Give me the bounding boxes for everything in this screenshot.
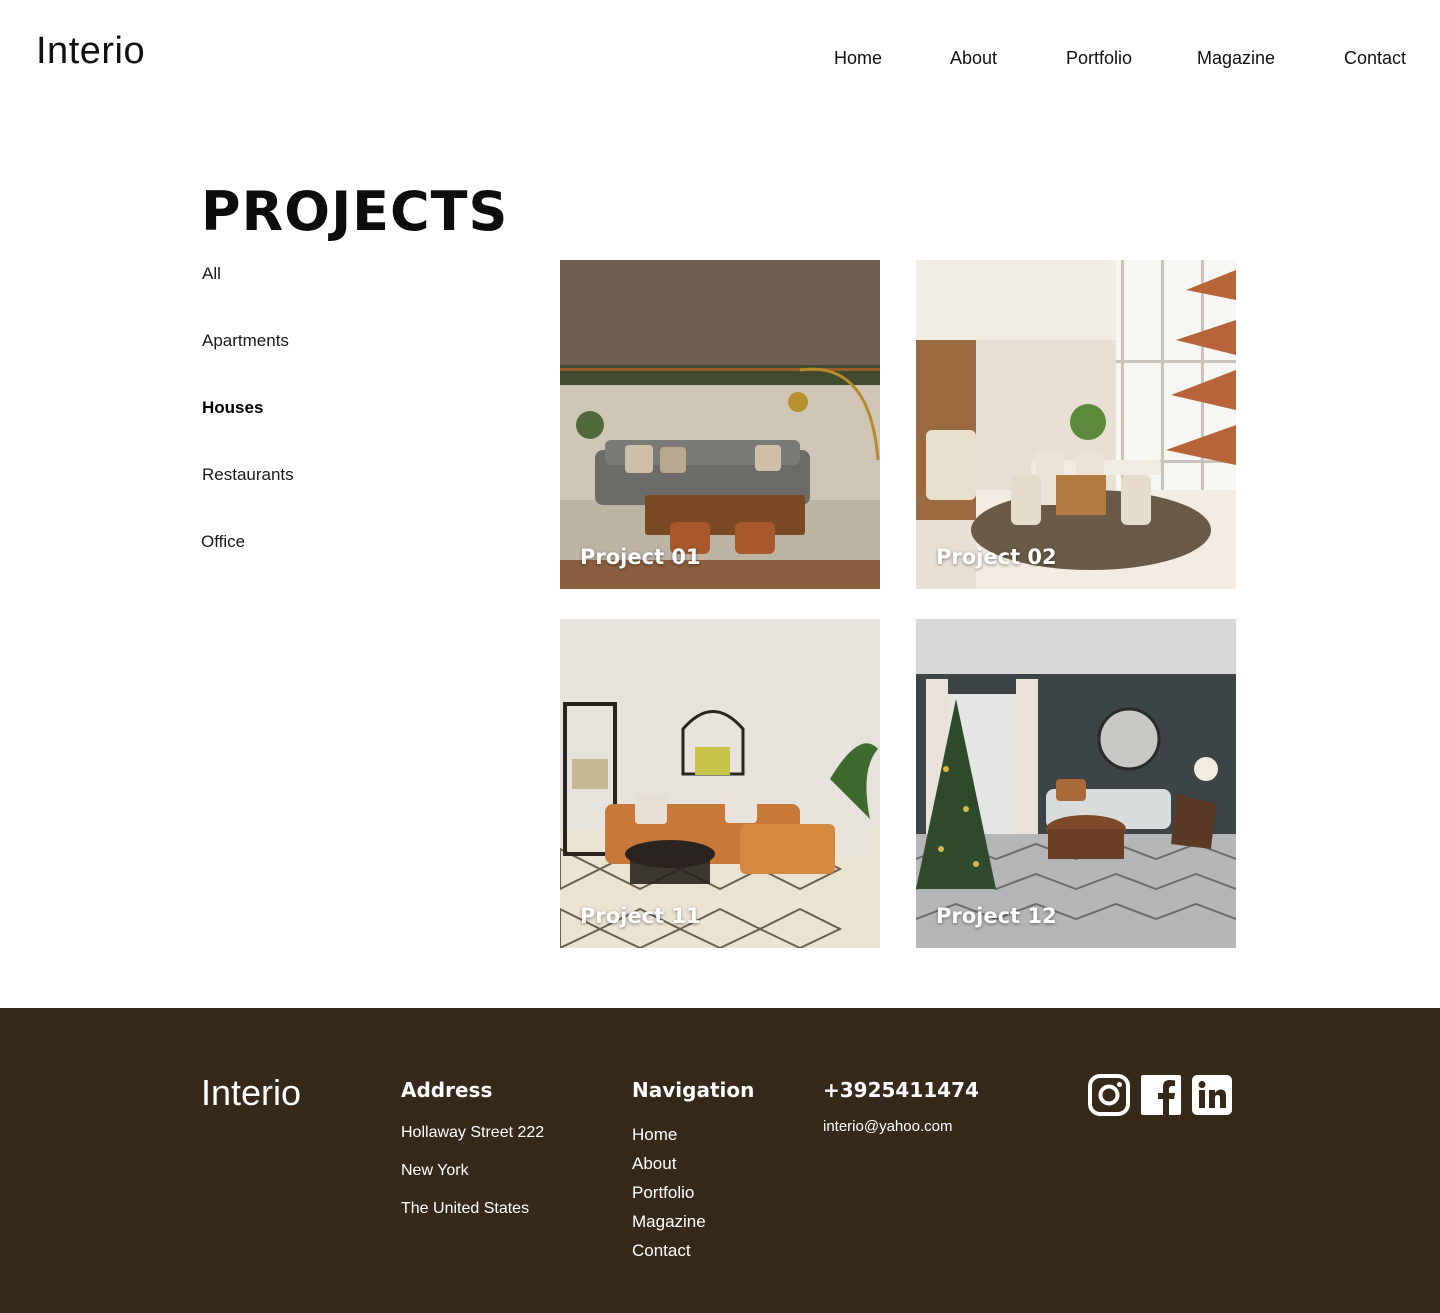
- filter-all[interactable]: All: [202, 264, 221, 284]
- filter-office[interactable]: Office: [201, 532, 245, 552]
- footer-nav-about[interactable]: About: [632, 1154, 676, 1174]
- filter-houses[interactable]: Houses: [202, 398, 263, 418]
- site-logo[interactable]: Interio: [36, 30, 145, 73]
- nav-portfolio[interactable]: Portfolio: [1066, 48, 1132, 72]
- facebook-icon[interactable]: [1140, 1074, 1182, 1116]
- address-line: The United States: [401, 1200, 530, 1217]
- project-label: Project 12: [936, 904, 1057, 928]
- project-image-living-room: [560, 260, 880, 589]
- project-card[interactable]: Project 12: [916, 619, 1236, 948]
- filter-restaurants[interactable]: Restaurants: [202, 465, 294, 485]
- instagram-icon[interactable]: [1088, 1074, 1130, 1116]
- email-address[interactable]: interio@yahoo.com: [823, 1118, 952, 1135]
- filter-apartments[interactable]: Apartments: [202, 331, 289, 351]
- address-line: Hollaway Street 222: [401, 1124, 545, 1141]
- nav-about[interactable]: About: [950, 48, 997, 72]
- address-line: New York: [401, 1162, 469, 1179]
- nav-magazine[interactable]: Magazine: [1197, 48, 1275, 72]
- project-label: Project 01: [580, 545, 701, 569]
- project-image-lounge: [560, 619, 880, 948]
- project-image-dining-room: [916, 260, 1236, 589]
- project-image-christmas-living-room: [916, 619, 1236, 948]
- nav-contact[interactable]: Contact: [1344, 48, 1406, 72]
- project-card[interactable]: Project 11: [560, 619, 880, 948]
- footer-nav-contact[interactable]: Contact: [632, 1241, 691, 1261]
- footer-logo[interactable]: Interio: [201, 1072, 301, 1114]
- address-heading: Address: [401, 1078, 493, 1102]
- project-label: Project 11: [580, 904, 701, 928]
- project-card[interactable]: Project 01: [560, 260, 880, 589]
- nav-home[interactable]: Home: [834, 48, 882, 72]
- footer-nav-magazine[interactable]: Magazine: [632, 1212, 706, 1232]
- site-footer: Interio Address Hollaway Street 222 New …: [0, 1008, 1440, 1313]
- navigation-heading: Navigation: [632, 1078, 755, 1102]
- footer-nav-home[interactable]: Home: [632, 1125, 677, 1145]
- phone-number[interactable]: +3925411474: [823, 1078, 979, 1102]
- project-card[interactable]: Project 02: [916, 260, 1236, 589]
- project-label: Project 02: [936, 545, 1057, 569]
- linkedin-icon[interactable]: [1191, 1074, 1233, 1116]
- page-title: PROJECTS: [201, 180, 509, 243]
- footer-nav-portfolio[interactable]: Portfolio: [632, 1183, 694, 1203]
